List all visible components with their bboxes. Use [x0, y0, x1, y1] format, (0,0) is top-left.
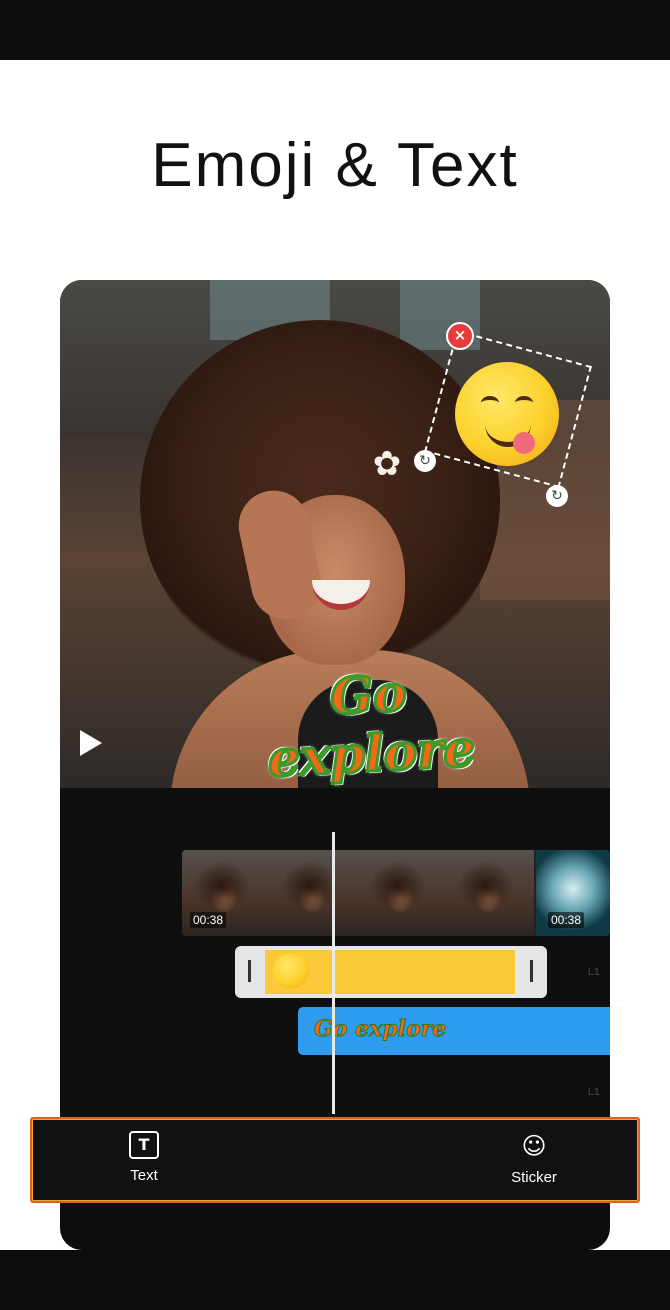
- editing-timeline[interactable]: 00:38 00:38 L1 Go explore L1: [60, 788, 610, 1118]
- text-icon: T: [129, 1131, 159, 1159]
- sticker-track[interactable]: [235, 946, 547, 998]
- play-icon[interactable]: [80, 730, 102, 756]
- daisy-sticker-icon[interactable]: ✿: [371, 447, 403, 481]
- bottom-toolbar: T Text ☺ Sticker: [30, 1117, 640, 1203]
- text-track[interactable]: Go explore: [298, 1007, 610, 1055]
- text-tool-button[interactable]: T Text: [104, 1131, 184, 1184]
- video-clip-strip[interactable]: 00:38 00:38: [182, 850, 610, 936]
- sticker-scale-icon[interactable]: ↻: [546, 485, 568, 507]
- track-left-handle[interactable]: [248, 960, 251, 982]
- phone-mockup: Go explore × ↻ ↻ ✿ 00:38 00:38 L1 Go exp…: [60, 280, 610, 1250]
- emoji-tongue: [513, 432, 535, 454]
- bottom-system-bar: [0, 1250, 670, 1310]
- emoji-eye: [481, 396, 499, 410]
- emoji-thumbnail-icon: [273, 953, 309, 989]
- emoji-eye: [515, 396, 533, 410]
- clip-thumbnail: [358, 850, 446, 936]
- clip-thumbnail: [446, 850, 534, 936]
- page-headline: Emoji & Text: [151, 131, 519, 200]
- video-preview: Go explore × ↻ ↻ ✿: [60, 280, 610, 810]
- sticker-icon: ☺: [521, 1132, 547, 1160]
- clip-duration: 00:38: [190, 912, 227, 928]
- yum-emoji-sticker[interactable]: [455, 362, 559, 466]
- top-system-bar: [0, 0, 670, 60]
- playhead[interactable]: [332, 832, 335, 1114]
- text-tool-label: Text: [130, 1167, 158, 1184]
- sticker-tool-label: Sticker: [511, 1169, 557, 1186]
- track-right-handle[interactable]: [530, 960, 533, 982]
- sticker-tool-button[interactable]: ☺ Sticker: [494, 1131, 574, 1186]
- sticker-close-icon[interactable]: ×: [446, 322, 474, 350]
- clip-duration: 00:38: [548, 912, 585, 928]
- layer-tag: L1: [587, 966, 600, 978]
- layer-tag: L1: [587, 1086, 600, 1098]
- overlay-text-go-explore[interactable]: Go explore: [217, 657, 523, 791]
- clip-thumbnail: [270, 850, 358, 936]
- sticker-rotate-icon[interactable]: ↻: [414, 450, 436, 472]
